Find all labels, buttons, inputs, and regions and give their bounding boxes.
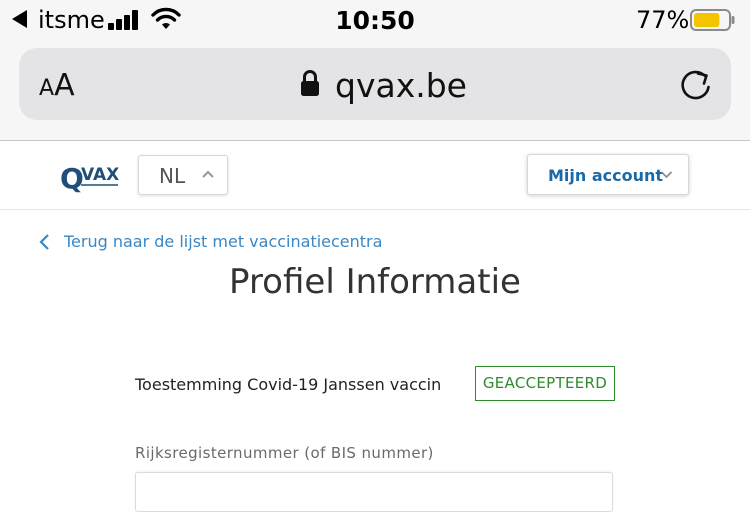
national-number-label: Rijksregisternummer (of BIS nummer) [135,444,434,462]
chevron-up-icon [202,170,214,178]
my-account-label: Mijn account [548,166,664,185]
chevron-left-icon [39,234,49,250]
back-link-label: Terug naar de lijst met vaccinatiecentra [64,232,383,251]
battery-icon [690,9,735,31]
consent-status-badge: GEACCEPTEERD [475,366,615,401]
battery-percentage: 77% [636,6,690,34]
my-account-button[interactable]: Mijn account [527,154,689,195]
language-select[interactable]: NL [138,155,228,195]
lock-icon [301,70,319,96]
url-text[interactable]: qvax.be [335,66,467,105]
national-number-input[interactable] [135,472,613,512]
site-header: Q VAX NL Mijn account [0,141,750,210]
qvax-logo[interactable]: Q VAX [60,159,120,193]
chevron-down-icon [660,171,673,179]
language-label: NL [159,164,186,188]
svg-text:VAX: VAX [81,165,119,185]
consent-row: Toestemming Covid-19 Janssen vaccin GEAC… [135,366,615,402]
browser-chrome: itsme 10:50 77% AA qvax.be [0,0,750,141]
address-bar[interactable]: AA qvax.be [19,48,731,120]
reload-icon[interactable] [679,68,713,102]
page-title: Profiel Informatie [229,262,521,302]
text-size-button[interactable]: AA [39,68,75,103]
consent-label: Toestemming Covid-19 Janssen vaccin [135,375,442,394]
status-bar: itsme 10:50 77% [0,0,750,42]
